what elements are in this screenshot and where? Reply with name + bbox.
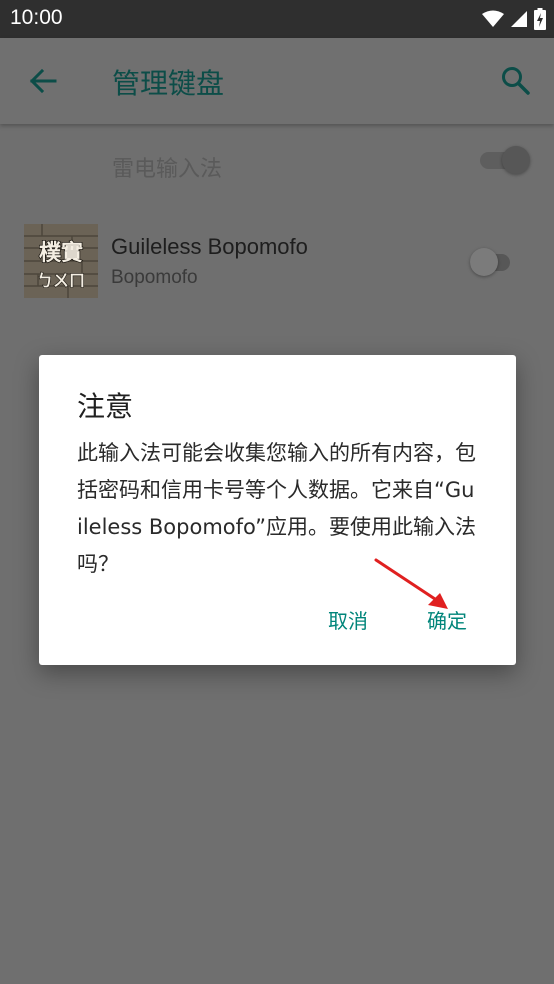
dialog-title: 注意: [77, 390, 134, 423]
toggle-switch-on[interactable]: [480, 146, 530, 174]
status-icons: [482, 7, 546, 31]
wifi-icon: [482, 10, 504, 27]
keyboard-title: 雷电输入法: [112, 157, 223, 182]
cancel-button[interactable]: 取消: [328, 605, 368, 634]
toggle-switch-off[interactable]: [470, 248, 514, 276]
battery-charging-icon: [534, 8, 546, 30]
app-bar: 管理键盘: [0, 38, 554, 124]
toggle-thumb: [502, 146, 530, 174]
status-bar: 10:00: [0, 0, 554, 38]
keyboard-item-thunder[interactable]: 雷电输入法: [0, 124, 554, 206]
signal-icon: [511, 11, 527, 27]
keyboard-item-guileless[interactable]: 樸實 ㄅㄨㄇ Guileless Bopomofo Bopomofo: [0, 206, 554, 316]
page-title: 管理键盘: [112, 67, 225, 100]
permission-dialog: 注意 此输入法可能会收集您输入的所有内容，包括密码和信用卡号等个人数据。它来自“…: [39, 355, 516, 665]
keyboard-subtitle: Bopomofo: [111, 267, 198, 288]
search-icon[interactable]: [500, 65, 532, 97]
logo-text-top: 樸實: [39, 240, 83, 266]
toggle-thumb: [470, 248, 498, 276]
arrow-left-icon[interactable]: [28, 66, 58, 96]
keyboard-title: Guileless Bopomofo: [111, 234, 308, 259]
guileless-bopomofo-logo: 樸實 ㄅㄨㄇ: [24, 224, 98, 298]
logo-text-bottom: ㄅㄨㄇ: [37, 271, 85, 290]
status-time: 10:00: [10, 6, 63, 29]
annotation-arrow-icon: [374, 558, 448, 609]
